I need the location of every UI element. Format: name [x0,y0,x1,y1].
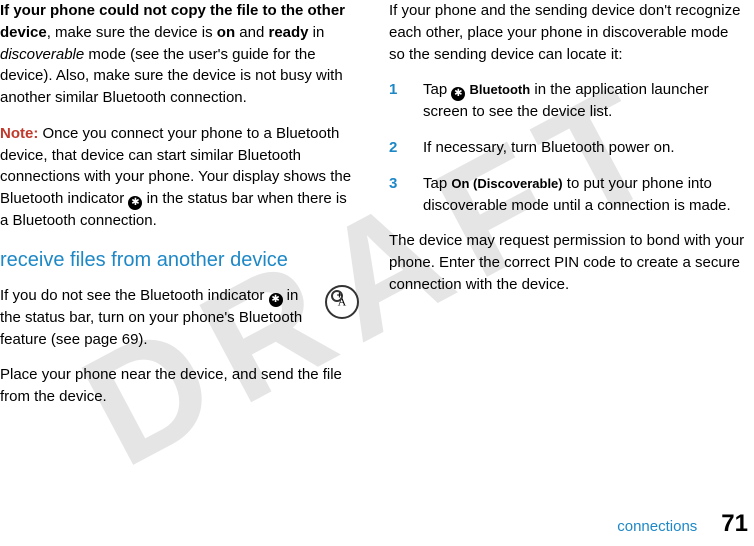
two-column-layout: If your phone could not copy the file to… [0,0,754,422]
step-number: 1 [389,79,405,123]
step-body: Tap On (Discoverable) to put your phone … [423,173,748,217]
step-number: 2 [389,137,405,159]
bluetooth-icon: ✱ [451,87,465,101]
step-text: in the application launcher screen to se… [423,81,709,120]
italic-discoverable: discoverable [0,46,84,63]
page-footer: connections 71 [617,507,748,542]
bluetooth-icon: ✱ [128,196,142,210]
body-text: and [235,24,268,41]
footer-section-name: connections [617,516,697,538]
paragraph-recognize: If your phone and the sending device don… [389,0,748,65]
paragraph-place-phone: Place your phone near the device, and se… [0,364,359,408]
body-text: in [309,24,325,41]
step-text: Tap [423,81,451,98]
heading-receive-files: receive files from another device [0,246,359,275]
bluetooth-icon: ✱ [269,293,283,307]
body-text: If you do not see the Bluetooth indicato… [0,287,269,304]
step-2: 2 If necessary, turn Bluetooth power on. [389,137,748,159]
step-text: Tap [423,175,451,192]
paragraph-bt-indicator: + If you do not see the Bluetooth indica… [0,285,359,351]
ui-label-on-discoverable: On (Discoverable) [451,176,562,191]
receive-files-icon: + [325,285,359,326]
step-number: 3 [389,173,405,217]
paragraph-copy-fail: If your phone could not copy the file to… [0,0,359,109]
step-body: Tap ✱ Bluetooth in the application launc… [423,79,748,123]
emphasis-on: on [217,24,235,41]
emphasis-ready: ready [268,24,308,41]
body-text: , make sure the device is [47,24,217,41]
page-number: 71 [721,507,748,542]
step-1: 1 Tap ✱ Bluetooth in the application lau… [389,79,748,123]
paragraph-note: Note: Once you connect your phone to a B… [0,123,359,232]
step-text: If necessary, turn Bluetooth power on. [423,139,675,156]
step-3: 3 Tap On (Discoverable) to put your phon… [389,173,748,217]
left-column: If your phone could not copy the file to… [0,0,359,422]
note-label: Note: [0,125,38,142]
right-column: If your phone and the sending device don… [389,0,748,422]
step-body: If necessary, turn Bluetooth power on. [423,137,748,159]
ui-label-bluetooth: Bluetooth [470,82,531,97]
paragraph-bond: The device may request permission to bon… [389,230,748,295]
